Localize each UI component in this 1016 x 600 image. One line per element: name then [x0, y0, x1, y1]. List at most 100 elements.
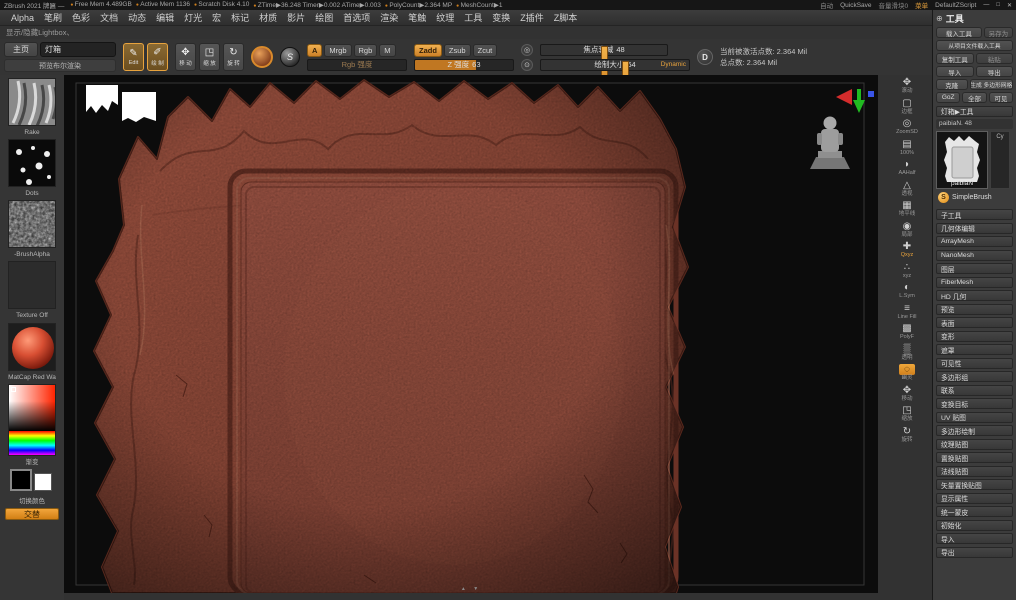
right-shelf-button[interactable]: ▦ 地平线 — [891, 199, 923, 218]
menu-item[interactable]: Alpha — [6, 13, 39, 23]
active-tool-thumbnail[interactable]: paibiaN — [936, 130, 988, 189]
brush-thumbnail[interactable] — [8, 78, 56, 126]
tool-panel-section[interactable]: 图层 — [936, 263, 1013, 274]
dynamic-mode-icon[interactable]: D — [697, 49, 713, 65]
zsub-button[interactable]: Zsub — [443, 43, 471, 57]
volume-slider[interactable]: 音量滑块0 — [879, 0, 909, 10]
scale-button[interactable]: ◳ 缩 放 — [199, 43, 220, 71]
axis-gizmo[interactable] — [836, 89, 874, 113]
sv-square[interactable] — [9, 384, 55, 431]
right-shelf-button[interactable]: ≡ Line Fill — [891, 302, 923, 321]
color-picker[interactable] — [8, 383, 56, 456]
menu-item[interactable]: 色彩 — [67, 11, 95, 24]
tool-panel-section[interactable]: 预览 — [936, 303, 1013, 315]
right-shelf-button[interactable]: ∴ xyz — [891, 261, 923, 280]
load-tool-button[interactable]: 载入工具 — [936, 27, 982, 38]
paste-tool-button[interactable]: 粘贴 — [975, 53, 1013, 64]
mrgb-button[interactable]: Mrgb — [324, 43, 352, 57]
alpha-thumbnail[interactable] — [8, 200, 56, 249]
tool-panel-section[interactable]: 多边形组 — [936, 371, 1013, 382]
zadd-button[interactable]: Zadd — [414, 43, 442, 57]
material-thumbnail[interactable] — [8, 322, 56, 371]
dynamic-label[interactable]: Dynamic — [661, 61, 686, 68]
viewport-canvas[interactable]: ▲ ▼ — [64, 75, 878, 593]
focal-shift-slider[interactable]: 焦点衰减 48 — [540, 43, 668, 94]
right-shelf-button[interactable]: ◌ 幽灵 — [891, 363, 923, 382]
right-shelf-button[interactable]: ↻ 旋转 — [891, 425, 923, 444]
tool-panel-section[interactable]: 导入 — [936, 533, 1013, 544]
zcut-button[interactable]: Zcut — [472, 43, 498, 57]
focal-shift-icon[interactable]: ◎ — [521, 43, 533, 56]
right-shelf-button[interactable]: ◗ AAHalf — [891, 158, 923, 177]
right-shelf-button[interactable]: ▒ 透明 — [891, 343, 923, 362]
material-sphere[interactable]: S — [280, 47, 300, 67]
make-polymesh-button[interactable]: 生成 多边形网格 — [969, 79, 1013, 90]
copy-tool-button[interactable]: 复制工具 — [936, 53, 974, 64]
tool-panel-section[interactable]: 纹理贴图 — [936, 438, 1013, 450]
active-tool-item[interactable]: paibiaN. 48 — [936, 118, 1013, 129]
texture-thumbnail[interactable] — [8, 261, 56, 310]
menu-item[interactable]: Z脚本 — [549, 11, 583, 24]
menu-item[interactable]: 笔触 — [403, 11, 431, 24]
right-shelf-button[interactable]: ◐ L.Sym — [891, 281, 923, 300]
close-button[interactable]: ✕ — [1007, 2, 1012, 9]
tool-panel-section[interactable]: 变形 — [936, 330, 1013, 342]
tool-panel-section[interactable]: 多边形绘制 — [936, 425, 1013, 436]
hue-strip[interactable] — [9, 430, 55, 455]
edit-button[interactable]: ✎ Edit — [123, 43, 144, 71]
primary-color-swatch[interactable] — [10, 468, 32, 491]
menu-item[interactable]: 标记 — [226, 11, 254, 24]
menu-item[interactable]: 编辑 — [151, 11, 179, 24]
menu-item[interactable]: 纹理 — [431, 11, 459, 24]
menu-item[interactable]: Z插件 — [515, 11, 549, 24]
load-from-project-button[interactable]: 从项目文件载入工具 — [936, 40, 1013, 51]
rgb-button[interactable]: Rgb — [353, 43, 378, 57]
tool-panel-section[interactable]: 联系 — [936, 384, 1013, 396]
export-button[interactable]: 导出 — [975, 66, 1013, 77]
tool-panel-section[interactable]: 可见性 — [936, 357, 1013, 369]
save-as-button[interactable]: 另存为 — [983, 27, 1013, 38]
goz-visible-button[interactable]: 可见 — [988, 92, 1013, 103]
right-shelf-button[interactable]: ▤ 100% — [891, 138, 923, 157]
menu-item[interactable]: 文档 — [95, 11, 123, 24]
move-button[interactable]: ✥ 移 动 — [175, 43, 196, 71]
tool-panel-section[interactable]: 法线贴图 — [936, 465, 1013, 477]
tool-panel-section[interactable]: 变换目标 — [936, 398, 1013, 409]
right-shelf-button[interactable]: ▢ 边框 — [891, 97, 923, 116]
color-swatches[interactable] — [8, 468, 56, 495]
tool-panel-section[interactable]: FiberMesh — [936, 276, 1013, 288]
tool-panel-section[interactable]: 导出 — [936, 546, 1013, 558]
minimize-button[interactable]: — — [983, 2, 989, 8]
quicksave-button[interactable]: QuickSave — [840, 2, 871, 9]
default-zscript-button[interactable]: DefaultZScript — [935, 2, 976, 9]
menu-item[interactable]: 材质 — [254, 11, 282, 24]
m-button[interactable]: M — [379, 43, 396, 57]
draw-size-icon[interactable]: ⊙ — [521, 58, 533, 71]
lightbox-tool-bar[interactable]: 灯箱▶工具 — [936, 105, 1013, 117]
preview-boolean-button[interactable]: 预览布尔渲染 — [4, 59, 116, 72]
rgb-intensity-slider[interactable]: Rgb 强度 — [307, 58, 407, 71]
rotate-button[interactable]: ↻ 旋 转 — [223, 43, 244, 71]
import-button[interactable]: 导入 — [936, 66, 974, 77]
tool-panel-section[interactable]: 显示属性 — [936, 492, 1013, 504]
tool-panel-section[interactable]: 初始化 — [936, 519, 1013, 531]
panel-zoom-icon[interactable]: ⊕ — [936, 14, 943, 23]
menu-item[interactable]: 影片 — [282, 11, 310, 24]
nav-down-arrow[interactable]: ▼ — [473, 586, 481, 592]
tool-panel-section[interactable]: NanoMesh — [936, 249, 1013, 261]
menu-item[interactable]: 工具 — [459, 11, 487, 24]
menu-item[interactable]: 灯光 — [179, 11, 207, 24]
tool-panel-section[interactable]: 遮罩 — [936, 344, 1013, 355]
lightbox-button[interactable]: 灯箱 — [40, 42, 116, 57]
tool-panel-section[interactable]: HD 几何 — [936, 290, 1013, 301]
tool-panel-section[interactable]: UV 贴图 — [936, 411, 1013, 423]
tool-panel-section[interactable]: 置换贴图 — [936, 452, 1013, 463]
statue-thumbnail[interactable] — [810, 116, 850, 170]
right-shelf-button[interactable]: ✚ Qxyz — [891, 240, 923, 259]
z-intensity-slider[interactable]: Z 强度 63 — [414, 58, 514, 71]
menu-item[interactable]: 笔刷 — [39, 11, 67, 24]
menu-button[interactable]: 菜单 — [915, 0, 928, 10]
nav-up-arrow[interactable]: ▲ — [461, 586, 469, 592]
menu-item[interactable]: 变换 — [487, 11, 515, 24]
switch-color-button[interactable]: 交替 — [5, 507, 59, 520]
